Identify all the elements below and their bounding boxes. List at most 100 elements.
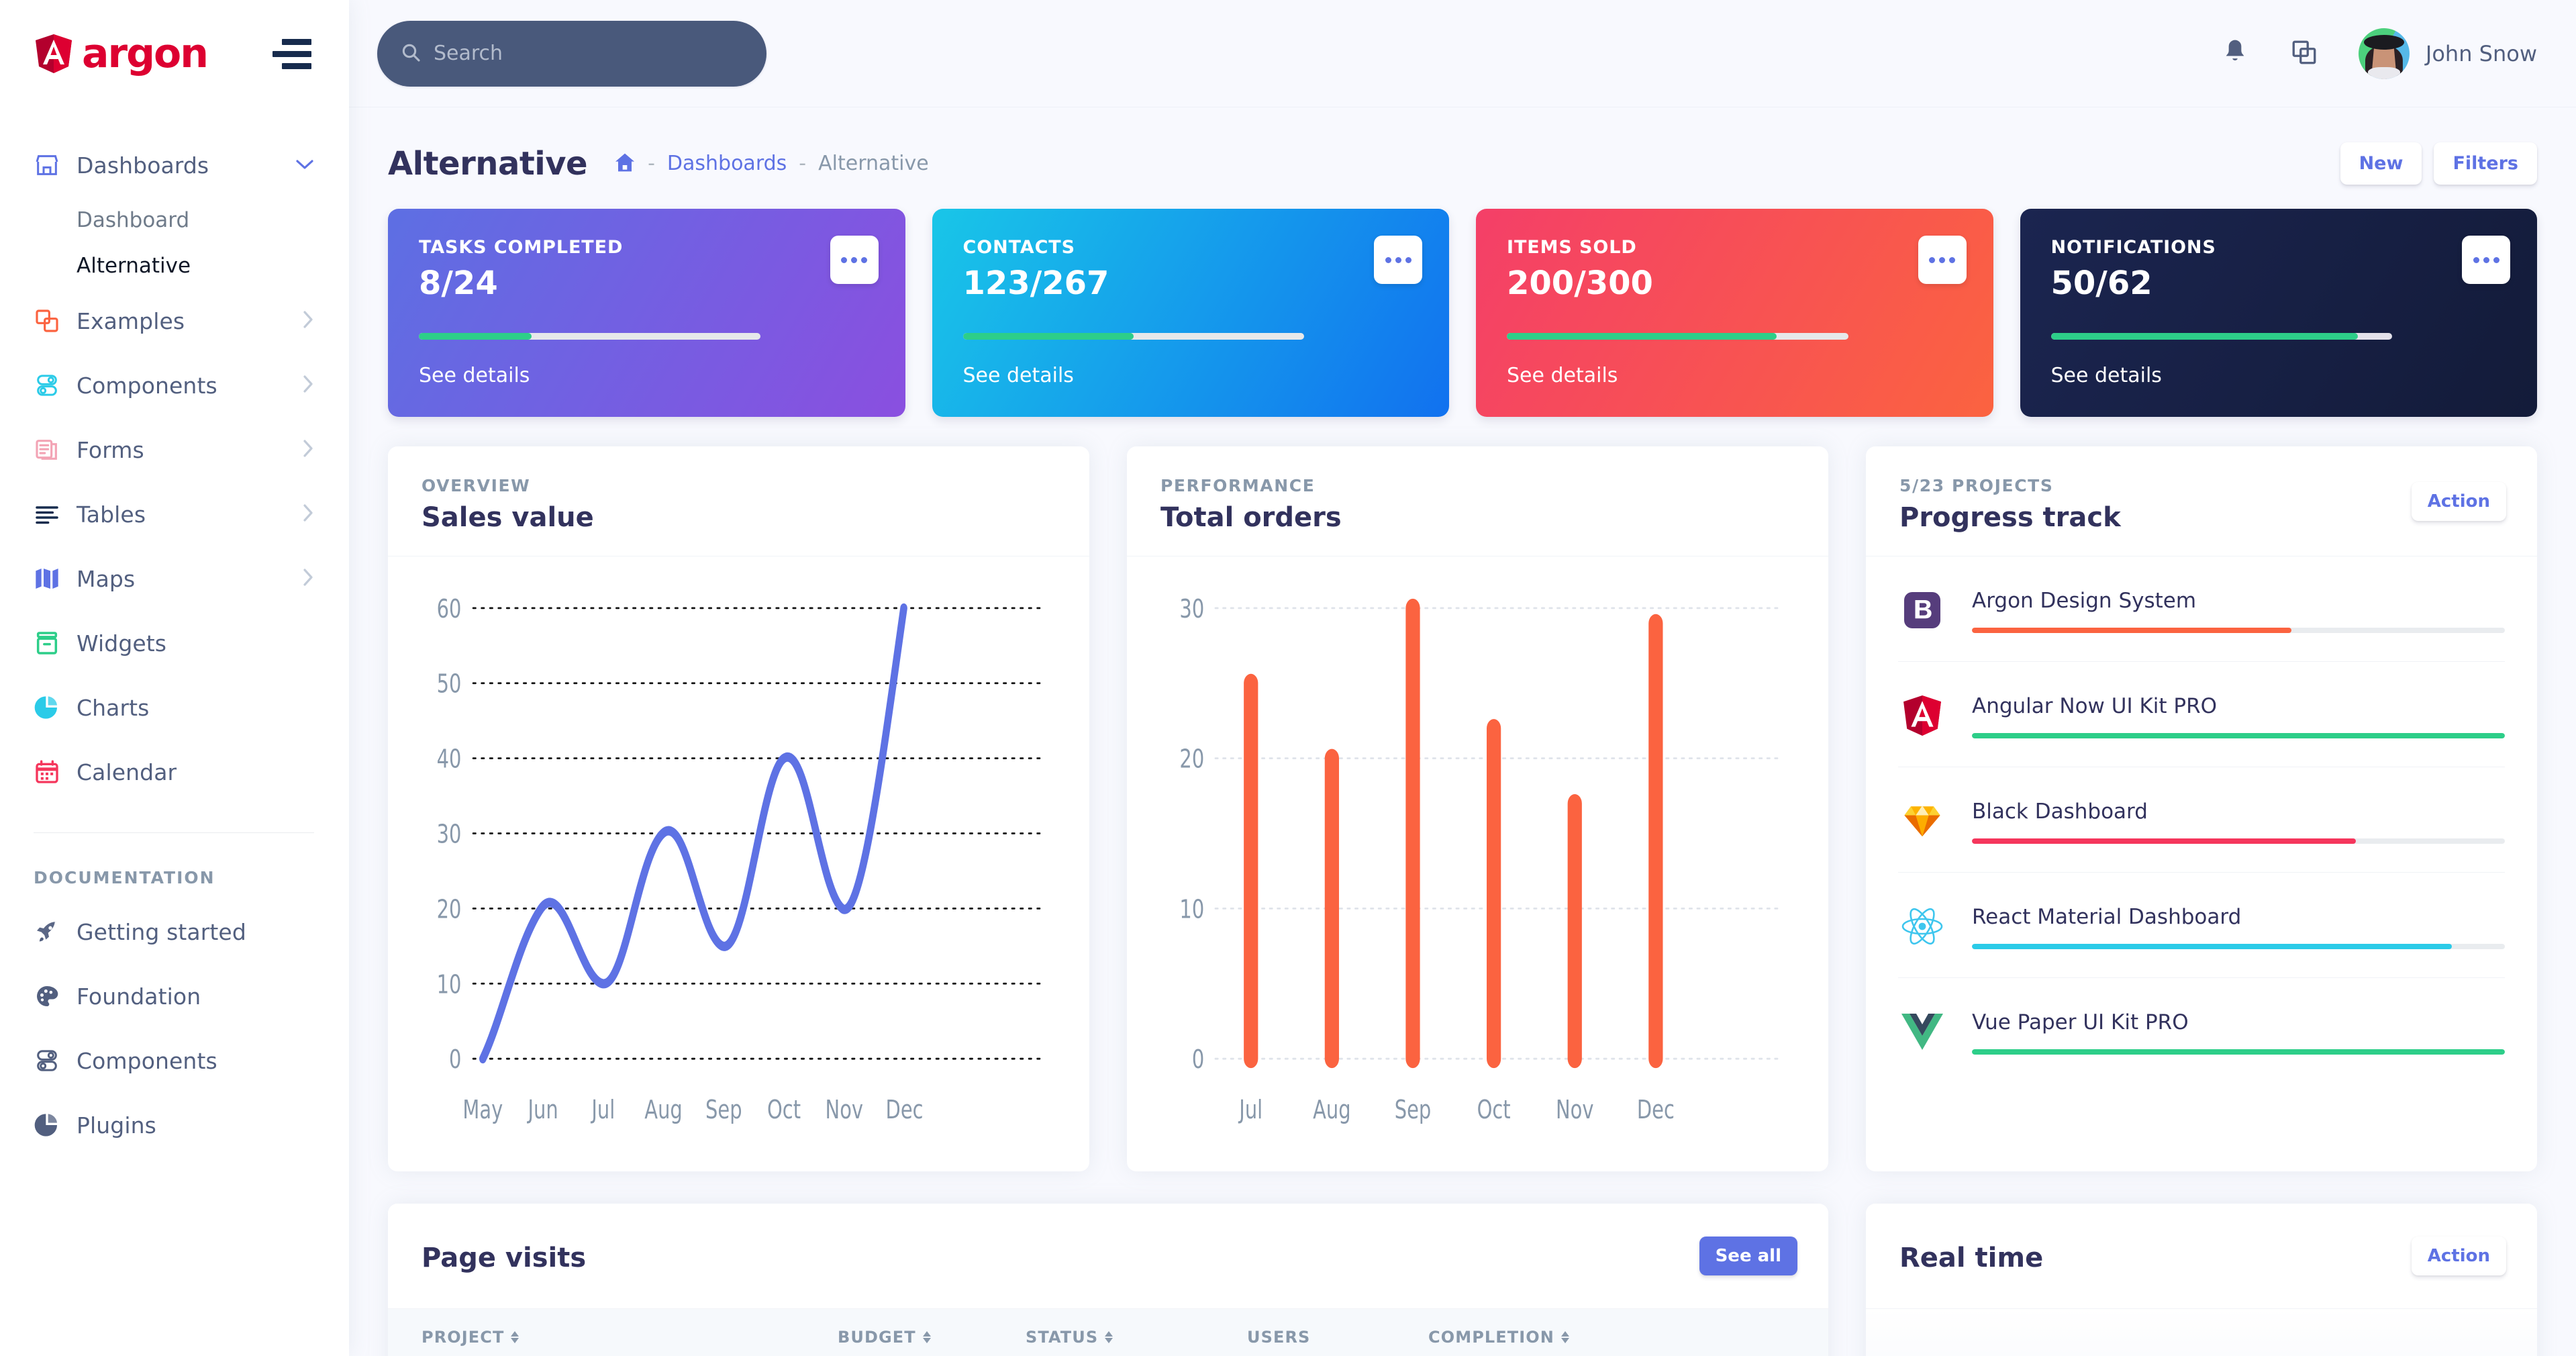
list-item-content: Angular Now UI Kit PRO bbox=[1972, 691, 2505, 738]
chevron-right-icon[interactable] bbox=[302, 503, 314, 526]
toggles-icon bbox=[34, 1047, 77, 1074]
see-all-button[interactable]: See all bbox=[1699, 1237, 1797, 1275]
stat-card-value: 50/62 bbox=[2050, 264, 2152, 302]
svg-text:Jul: Jul bbox=[591, 1095, 615, 1124]
sidebar-item-calendar[interactable]: Calendar bbox=[0, 740, 349, 804]
archive-icon bbox=[34, 630, 77, 657]
sidebar-item-dashboards[interactable]: Dashboards bbox=[0, 133, 349, 197]
stat-card-see-details-link[interactable]: See details bbox=[963, 364, 1419, 387]
sidebar-item-maps[interactable]: Maps bbox=[0, 546, 349, 611]
search-input[interactable]: Search bbox=[377, 20, 766, 87]
svg-text:10: 10 bbox=[437, 969, 462, 999]
column-header-budget[interactable]: BUDGET bbox=[838, 1328, 1026, 1347]
card-header: Real time Action bbox=[1866, 1204, 2537, 1309]
sidebar-item-examples[interactable]: Examples bbox=[0, 289, 349, 353]
copy-windows-icon[interactable] bbox=[2290, 38, 2318, 69]
card-header: Page visits See all bbox=[388, 1204, 1828, 1309]
avatar bbox=[2358, 28, 2410, 79]
card-header: 5/23 PROJECTS Progress track Action bbox=[1866, 446, 2537, 556]
brand-logo-group[interactable]: argon bbox=[35, 34, 209, 74]
sidebar-brand: argon bbox=[0, 0, 349, 107]
stat-card-see-details-link[interactable]: See details bbox=[419, 364, 875, 387]
stat-card-value: 200/300 bbox=[1507, 264, 1653, 302]
sidebar-item-plugins[interactable]: Plugins bbox=[0, 1093, 349, 1157]
sidebar-item-label: Foundation bbox=[77, 983, 201, 1010]
project-progress-bar bbox=[1972, 1049, 2505, 1055]
sidebar-item-forms[interactable]: Forms bbox=[0, 418, 349, 482]
stat-card-menu-button[interactable] bbox=[1374, 236, 1422, 284]
svg-text:20: 20 bbox=[1179, 744, 1204, 774]
sidebar-item-doc-components[interactable]: Components bbox=[0, 1028, 349, 1093]
column-header-project[interactable]: PROJECT bbox=[422, 1328, 838, 1347]
total-orders-card: PERFORMANCE Total orders 30 20 10 0 Jul … bbox=[1127, 446, 1828, 1171]
new-button[interactable]: New bbox=[2340, 142, 2422, 185]
stat-card-see-details-link[interactable]: See details bbox=[2051, 364, 2507, 387]
pie-chart-icon bbox=[34, 694, 77, 721]
sidebar-subitem-dashboard[interactable]: Dashboard bbox=[0, 197, 349, 243]
chevron-right-icon[interactable] bbox=[302, 375, 314, 397]
sidebar-item-tables[interactable]: Tables bbox=[0, 482, 349, 546]
sidebar-item-label: Forms bbox=[77, 436, 144, 463]
hamburger-icon[interactable] bbox=[273, 38, 311, 69]
project-progress-bar bbox=[1972, 944, 2505, 949]
card-title: Page visits bbox=[422, 1243, 587, 1273]
sidebar-subitem-label: Alternative bbox=[77, 254, 191, 278]
sort-icon[interactable] bbox=[1105, 1331, 1113, 1343]
svg-text:Dec: Dec bbox=[1637, 1095, 1675, 1124]
breadcrumb-item-alternative: Alternative bbox=[818, 152, 929, 175]
chevron-right-icon[interactable] bbox=[302, 568, 314, 590]
list-item[interactable]: Angular Now UI Kit PRO bbox=[1898, 662, 2505, 767]
card-header: OVERVIEW Sales value bbox=[388, 446, 1089, 556]
chevron-right-icon[interactable] bbox=[302, 310, 314, 332]
card-title: Total orders bbox=[1160, 502, 1342, 533]
stat-card-tasks-completed: TASKS COMPLETED 8/24 See details bbox=[388, 209, 905, 417]
column-header-completion[interactable]: COMPLETION bbox=[1428, 1328, 1569, 1347]
stat-card-menu-button[interactable] bbox=[2462, 236, 2510, 284]
sort-icon[interactable] bbox=[1561, 1331, 1569, 1343]
sidebar-subitem-alternative[interactable]: Alternative bbox=[0, 243, 349, 289]
filters-button[interactable]: Filters bbox=[2434, 142, 2537, 185]
sidebar-item-getting-started[interactable]: Getting started bbox=[0, 900, 349, 964]
real-time-chart bbox=[1866, 1309, 2537, 1356]
card-eyebrow: PERFORMANCE bbox=[1160, 476, 1316, 495]
topbar: Search John Snow bbox=[349, 0, 2576, 107]
card-title: Sales value bbox=[422, 502, 594, 533]
real-time-action-button[interactable]: Action bbox=[2411, 1237, 2506, 1275]
store-icon bbox=[34, 152, 77, 179]
sort-icon[interactable] bbox=[511, 1331, 519, 1343]
list-item-content: Black Dashboard bbox=[1972, 797, 2505, 844]
stat-card-see-details-link[interactable]: See details bbox=[1507, 364, 1963, 387]
stat-card-label: ITEMS SOLD bbox=[1507, 237, 1637, 258]
home-icon[interactable] bbox=[614, 152, 636, 175]
stat-card-menu-button[interactable] bbox=[1918, 236, 1967, 284]
sidebar-item-components[interactable]: Components bbox=[0, 353, 349, 418]
list-item-content: Argon Design System bbox=[1972, 586, 2505, 633]
sidebar-item-widgets[interactable]: Widgets bbox=[0, 611, 349, 675]
rocket-icon bbox=[34, 918, 77, 945]
bell-icon[interactable] bbox=[2222, 38, 2248, 70]
sidebar-item-charts[interactable]: Charts bbox=[0, 675, 349, 740]
user-menu[interactable]: John Snow bbox=[2358, 28, 2537, 79]
progress-track-action-button[interactable]: Action bbox=[2411, 481, 2506, 521]
list-item[interactable]: Vue Paper UI Kit PRO bbox=[1898, 978, 2505, 1083]
stat-card-row: TASKS COMPLETED 8/24 See details CONTACT… bbox=[388, 209, 2537, 417]
sort-icon[interactable] bbox=[922, 1331, 931, 1343]
sidebar-item-foundation[interactable]: Foundation bbox=[0, 964, 349, 1028]
stat-card-items-sold: ITEMS SOLD 200/300 See details bbox=[1476, 209, 1993, 417]
calendar-icon bbox=[34, 759, 77, 785]
svg-text:40: 40 bbox=[437, 744, 462, 774]
svg-text:Oct: Oct bbox=[1477, 1095, 1511, 1124]
list-item[interactable]: Argon Design System bbox=[1898, 556, 2505, 662]
svg-text:10: 10 bbox=[1179, 894, 1204, 924]
stat-card-progress-bar bbox=[962, 333, 1305, 340]
column-header-status[interactable]: STATUS bbox=[1026, 1328, 1247, 1347]
stat-card-menu-button[interactable] bbox=[830, 236, 879, 284]
chevron-down-icon[interactable] bbox=[295, 156, 314, 174]
svg-text:Sep: Sep bbox=[705, 1095, 742, 1124]
svg-text:60: 60 bbox=[437, 594, 462, 624]
list-item[interactable]: React Material Dashboard bbox=[1898, 873, 2505, 978]
breadcrumb-item-dashboards[interactable]: Dashboards bbox=[667, 152, 787, 175]
list-item[interactable]: Black Dashboard bbox=[1898, 767, 2505, 873]
chevron-right-icon[interactable] bbox=[302, 439, 314, 461]
breadcrumb: - Dashboards - Alternative bbox=[614, 152, 929, 175]
